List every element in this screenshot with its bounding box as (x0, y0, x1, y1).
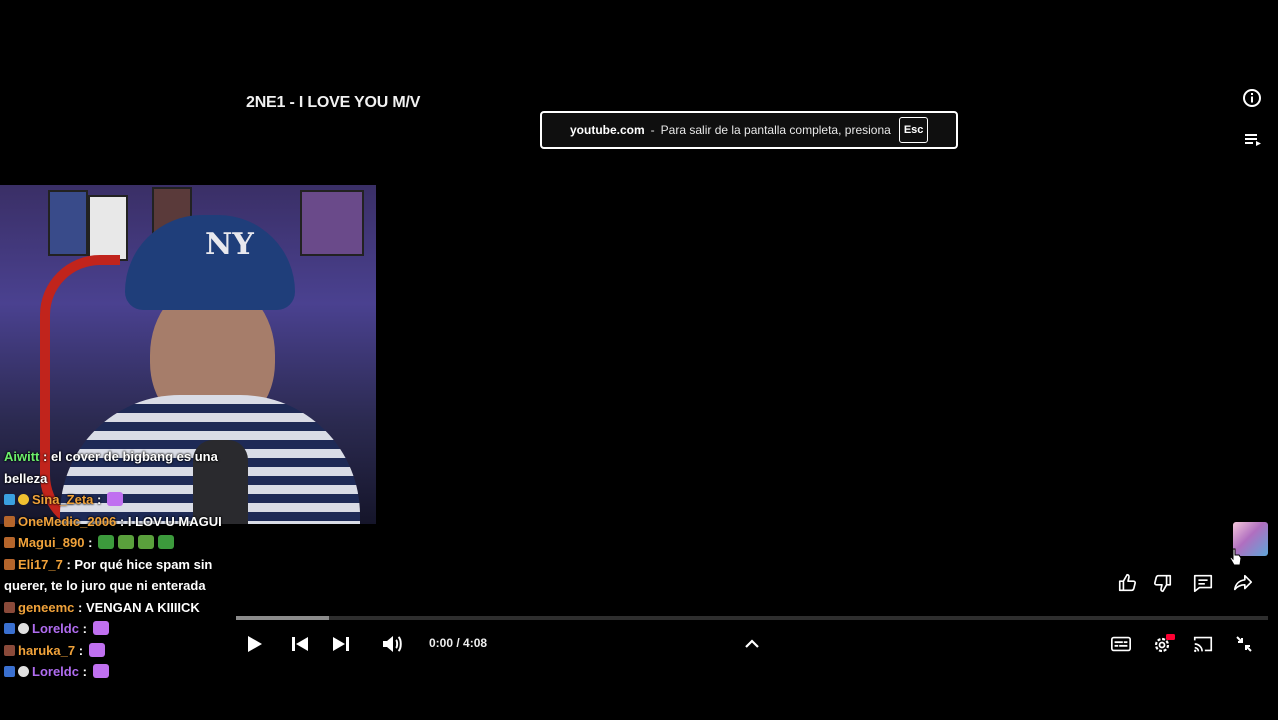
settings-button[interactable] (1150, 632, 1176, 656)
chat-text: VENGAN A KIIIICK (85, 599, 200, 615)
chat-message: geneemc : VENGAN A KIIIICK (4, 597, 240, 619)
play-button[interactable] (242, 632, 266, 656)
skip-next-icon (333, 637, 349, 651)
volume-icon (383, 636, 402, 652)
chat-message: OneMedic_2006 : I LOV U MAGUI (4, 511, 240, 533)
fullscreen-exit-toast: youtube.com - Para salir de la pantalla … (540, 111, 958, 149)
chat-username: Loreldc (32, 621, 79, 636)
chat-message: Loreldc : (4, 618, 240, 640)
toast-message: Para salir de la pantalla completa, pres… (660, 123, 891, 137)
chat-separator: : (74, 599, 86, 615)
chat-separator: : (93, 492, 105, 507)
emote-icon (106, 492, 123, 506)
emote-icon (138, 535, 155, 549)
chat-separator: : (116, 513, 128, 529)
video-title[interactable]: 2NE1 - I LOVE YOU M/V (246, 94, 420, 112)
dislike-button[interactable] (1150, 571, 1174, 595)
chat-username: Magui_890 (18, 535, 85, 550)
chat-username: Eli17_7 (18, 556, 63, 572)
badge-icon (18, 666, 29, 677)
next-button[interactable] (329, 632, 353, 656)
play-icon (248, 636, 262, 652)
toast-domain: youtube.com (570, 123, 645, 137)
skip-previous-icon (292, 637, 308, 651)
chat-message: Loreldc : (4, 661, 240, 683)
progress-bar[interactable] (236, 616, 1268, 620)
chat-separator: : (39, 449, 51, 464)
progress-buffer (236, 616, 329, 620)
chat-separator: : (78, 664, 91, 679)
like-button[interactable] (1116, 571, 1140, 595)
badge-icon (4, 623, 15, 634)
wall-poster (300, 190, 364, 256)
chat-username: geneemc (18, 599, 75, 615)
emote-icon (98, 535, 115, 549)
wall-poster (48, 190, 88, 256)
toast-esc-key: Esc (898, 117, 929, 143)
volume-button[interactable] (379, 631, 405, 657)
chat-separator: : (84, 535, 97, 550)
chat-username: haruka_7 (18, 642, 76, 658)
chat-message: Aiwitt : el cover de bigbang es una bell… (4, 446, 240, 489)
emote-icon (88, 642, 105, 657)
chat-username: OneMedic_2006 (18, 513, 117, 529)
badge-icon (4, 537, 15, 548)
badge-icon (4, 601, 15, 613)
badge-icon (4, 494, 15, 505)
emote-icon (92, 621, 109, 635)
time-display: 0:00 / 4:08 (429, 636, 488, 650)
share-button[interactable] (1231, 571, 1255, 595)
chevron-up-button[interactable] (740, 632, 764, 656)
comments-button[interactable] (1191, 571, 1215, 595)
settings-gear-icon (1154, 634, 1175, 653)
thumbs-up-icon (1118, 573, 1136, 592)
chevron-up-icon (745, 639, 759, 648)
mouse-cursor-icon (1229, 547, 1243, 567)
chat-separator: : (78, 621, 91, 636)
subtitles-button[interactable] (1109, 632, 1133, 656)
share-icon (1233, 574, 1253, 591)
playlist-queue-icon[interactable] (1242, 129, 1264, 151)
chat-separator: : (62, 556, 75, 572)
comment-icon (1193, 574, 1213, 593)
chat-message: haruka_7 : (4, 640, 240, 662)
stream-chat: Aiwitt : el cover de bigbang es una bell… (4, 446, 240, 683)
subtitles-icon (1111, 636, 1131, 652)
badge-icon (4, 644, 15, 656)
badge-icon (4, 515, 15, 527)
chat-username: Sina_Zeta (32, 492, 94, 507)
emote-icon (118, 535, 135, 549)
wall-poster (88, 195, 128, 261)
exit-fullscreen-icon (1236, 636, 1252, 652)
thumbs-down-icon (1154, 574, 1172, 593)
badge-icon (4, 558, 15, 570)
emote-icon (158, 535, 175, 549)
chat-text: I LOV U MAGUI (127, 513, 222, 529)
chat-separator: : (75, 642, 87, 658)
toast-separator: - (650, 123, 655, 137)
previous-button[interactable] (288, 632, 312, 656)
badge-icon (18, 494, 29, 505)
chat-message: Sina_Zeta : (4, 489, 240, 511)
badge-icon (18, 623, 29, 634)
chat-username: Aiwitt (4, 449, 40, 464)
badge-icon (4, 666, 15, 677)
chat-message: Eli17_7 : Por qué hice spam sin querer, … (4, 554, 240, 597)
cap-logo: NY (205, 227, 254, 262)
exit-fullscreen-button[interactable] (1232, 632, 1256, 656)
cast-icon (1193, 636, 1213, 653)
emote-icon (92, 664, 109, 678)
chat-username: Loreldc (32, 664, 79, 679)
info-icon[interactable] (1241, 87, 1263, 109)
chat-message: Magui_890 : (4, 532, 240, 554)
cast-button[interactable] (1191, 632, 1215, 656)
